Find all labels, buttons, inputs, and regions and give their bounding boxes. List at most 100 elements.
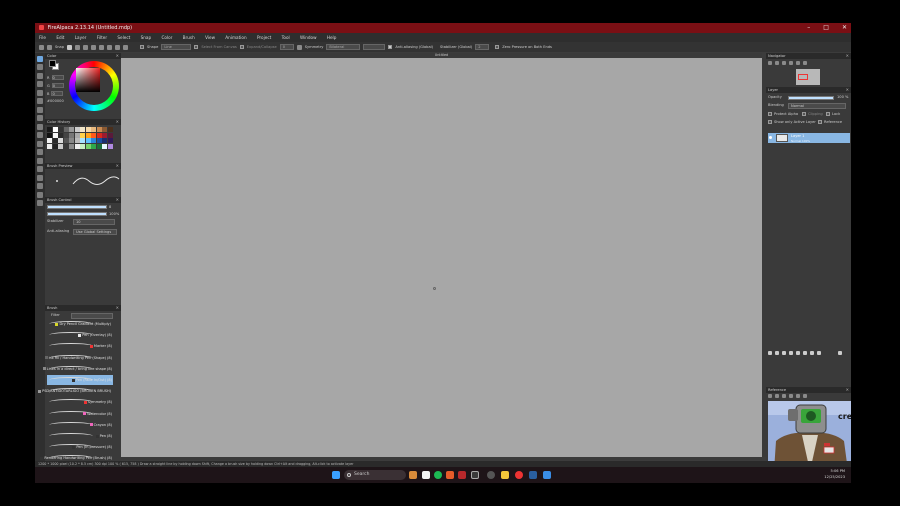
transform-tool-icon[interactable] <box>37 81 43 87</box>
menu-color[interactable]: Color <box>161 35 172 40</box>
menu-help[interactable]: Help <box>327 35 337 40</box>
brush-filter-input[interactable] <box>71 312 113 319</box>
color-history-swatch[interactable] <box>47 138 52 143</box>
panel-close-icon[interactable]: ✕ <box>846 387 849 393</box>
new-layer-icon[interactable] <box>768 351 772 355</box>
brush-list-item[interactable]: Lines in a direct / bring line shape(8) <box>42 364 113 374</box>
close-button[interactable]: ✕ <box>842 23 847 33</box>
color-history-swatch[interactable] <box>58 132 63 138</box>
color-history-swatch[interactable] <box>74 127 80 132</box>
color-history-swatch[interactable] <box>85 127 91 132</box>
zero-pressure-checkbox[interactable] <box>495 45 500 49</box>
delete-layer-icon[interactable] <box>838 351 842 355</box>
new-1bit-layer-icon[interactable] <box>782 351 786 355</box>
shape-checkbox[interactable] <box>140 45 145 49</box>
brush-stabilizer-dropdown[interactable]: 10 <box>73 219 115 225</box>
move-tool-icon[interactable] <box>37 89 43 96</box>
color-history-swatch[interactable] <box>91 127 96 132</box>
color-history-swatch[interactable] <box>85 132 91 138</box>
start-button-icon[interactable] <box>332 471 340 479</box>
color-history-swatch[interactable] <box>102 143 107 149</box>
zoom-out-icon[interactable] <box>789 394 793 398</box>
menu-view[interactable]: View <box>205 35 215 40</box>
rotate-icon[interactable] <box>803 394 807 398</box>
snap-settings-icon[interactable] <box>123 44 129 50</box>
expand-value[interactable]: 0 <box>279 44 294 50</box>
magic-wand-tool-icon[interactable] <box>37 140 43 147</box>
firealpaca-taskbar-icon[interactable] <box>458 471 466 479</box>
lock-checkbox[interactable] <box>826 112 830 116</box>
green-field[interactable]: G0 <box>47 83 64 88</box>
brush-opacity-slider[interactable] <box>47 212 107 216</box>
file-explorer-icon[interactable] <box>501 471 509 479</box>
color-history-swatch[interactable] <box>69 143 74 149</box>
panel-close-icon[interactable]: ✕ <box>116 119 119 125</box>
snap-parallel-icon[interactable] <box>75 44 81 50</box>
zoom-in-icon[interactable] <box>782 394 786 398</box>
symmetry-count-field[interactable] <box>363 44 386 50</box>
taskbar-search[interactable]: Search <box>344 470 406 480</box>
settings-icon[interactable] <box>487 471 495 479</box>
merge-layer-icon[interactable] <box>796 351 800 355</box>
reference-checkbox[interactable] <box>818 120 822 124</box>
color-history-swatch[interactable] <box>74 143 80 149</box>
select-pen-tool-icon[interactable] <box>37 149 43 155</box>
clipping-checkbox[interactable] <box>802 112 806 116</box>
color-history-swatch[interactable] <box>85 138 91 143</box>
snap-curve-icon[interactable] <box>107 44 113 50</box>
color-history-swatch[interactable] <box>91 143 96 149</box>
gradient-tool-icon[interactable] <box>37 106 43 113</box>
app-icon[interactable] <box>471 471 479 479</box>
color-history-swatch[interactable] <box>107 138 113 143</box>
color-history-swatch[interactable] <box>63 143 69 149</box>
eyedropper-icon[interactable] <box>796 394 800 398</box>
snap-radial-icon[interactable] <box>91 44 97 50</box>
menu-file[interactable]: File <box>39 35 46 40</box>
menu-window[interactable]: Window <box>300 35 317 40</box>
menu-layer[interactable]: Layer <box>75 35 87 40</box>
brush-list-item[interactable]: Pen(8) <box>47 431 113 441</box>
foreground-color-swatch[interactable] <box>49 60 56 67</box>
brush-list-item[interactable]: Watercolor(8) <box>47 409 113 419</box>
brush-size-slider[interactable] <box>47 205 107 209</box>
maximize-button[interactable]: □ <box>823 23 829 33</box>
color-history-swatch[interactable] <box>63 132 69 138</box>
brush-tool-icon[interactable] <box>37 55 43 62</box>
brush-list-item[interactable]: Crayon(8) <box>47 420 113 430</box>
color-history-swatch[interactable] <box>107 143 113 149</box>
color-history-swatch[interactable] <box>80 132 85 138</box>
color-history-swatch[interactable] <box>96 127 102 132</box>
color-history-swatch[interactable] <box>63 127 69 132</box>
canvas-horizontal-scrollbar[interactable] <box>121 457 762 460</box>
blue-field[interactable]: B0 <box>47 91 64 96</box>
redo-icon[interactable] <box>47 44 52 50</box>
color-history-swatch[interactable] <box>91 132 96 138</box>
snap-perspective-icon[interactable] <box>115 44 121 50</box>
color-history-swatch[interactable] <box>85 143 91 149</box>
folder-icon[interactable] <box>803 351 807 355</box>
layer-opacity-slider[interactable] <box>788 95 834 100</box>
operation-tool-icon[interactable] <box>37 174 43 181</box>
menu-edit[interactable]: Edit <box>56 35 64 40</box>
system-tray[interactable]: 5:06 PM 12/25/2023 <box>824 469 845 480</box>
panel-close-icon[interactable]: ✕ <box>116 197 119 203</box>
brush-aa-dropdown[interactable]: Use Global Settings <box>73 229 117 235</box>
color-history-swatch[interactable] <box>74 138 80 143</box>
color-history-swatch[interactable] <box>107 127 113 132</box>
menu-animation[interactable]: Animation <box>225 35 246 40</box>
rotate-right-icon[interactable] <box>796 61 800 65</box>
lasso-tool-icon[interactable] <box>37 132 43 138</box>
app-icon[interactable] <box>543 471 551 479</box>
menu-snap[interactable]: Snap <box>141 35 152 40</box>
color-history-swatch[interactable] <box>52 127 58 132</box>
snap-off-icon[interactable] <box>67 44 73 50</box>
red-value[interactable]: 0 <box>51 75 64 80</box>
snap-circle-icon[interactable] <box>99 44 105 50</box>
menu-select[interactable]: Select <box>117 35 130 40</box>
widget-icon[interactable] <box>409 471 417 479</box>
color-history-swatch[interactable] <box>80 143 85 149</box>
menu-tool[interactable]: Tool <box>282 35 290 40</box>
symmetry-dropdown[interactable]: Bilateral <box>326 44 361 50</box>
color-history-swatch[interactable] <box>52 143 58 149</box>
panel-close-icon[interactable]: ✕ <box>846 53 849 59</box>
